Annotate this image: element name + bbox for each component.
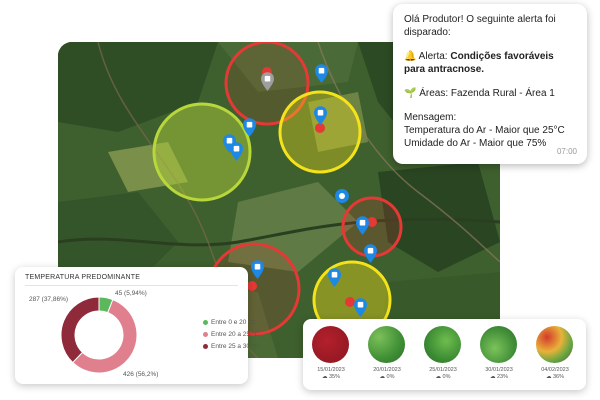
slice-label-2: 287 (37,86%) xyxy=(29,296,69,303)
satellite-thumbnail-4[interactable] xyxy=(536,326,573,363)
cloud-cover-value: 0% xyxy=(442,374,451,380)
cloud-icon: ☁ xyxy=(545,374,553,380)
location-pin-icon[interactable] xyxy=(364,244,377,263)
alert-message-line-2: Umidade do Ar - Maior que 75% xyxy=(404,138,547,149)
cloud-cover: ☁ 0% xyxy=(420,374,466,380)
legend-label: Entre 20 a 25 °C xyxy=(211,331,260,338)
cloud-cover: ☁ 35% xyxy=(308,374,354,380)
alert-greeting: Olá Produtor! O seguinte alerta foi disp… xyxy=(404,14,556,38)
location-pin-icon[interactable] xyxy=(261,72,274,91)
cloud-icon: ☁ xyxy=(489,374,497,380)
location-pin-icon[interactable] xyxy=(314,106,327,125)
alert-message-line-1: Temperatura do Ar - Maior que 25°C xyxy=(404,125,565,136)
cloud-cover: ☁ 23% xyxy=(476,374,522,380)
legend-dot xyxy=(203,331,208,337)
cloud-icon: ☁ xyxy=(321,374,329,380)
cloud-cover-value: 0% xyxy=(386,374,395,380)
temperature-donut-chart xyxy=(60,296,138,374)
cloud-cover-value: 23% xyxy=(497,374,509,380)
legend-item-0: Entre 0 e 20 °C xyxy=(203,319,256,326)
alert-areas: 🌱 Áreas: Fazenda Rural - Área 1 xyxy=(404,88,555,99)
satellite-date: 20/01/2023 xyxy=(373,367,401,373)
cloud-cover: ☁ 0% xyxy=(364,374,410,380)
donut-slice-2 xyxy=(60,296,100,364)
legend-label: Entre 0 e 20 °C xyxy=(211,319,256,326)
location-pin-icon[interactable] xyxy=(230,142,243,161)
satellite-thumbnail-1[interactable] xyxy=(368,326,405,363)
location-pin-icon[interactable] xyxy=(243,118,256,137)
cloud-cover-value: 36% xyxy=(553,374,565,380)
alert-title: 🔔 Alerta: Condições favoráveis para antr… xyxy=(404,50,576,76)
legend-item-2: Entre 25 a 30 °C xyxy=(203,343,259,350)
cloud-icon: ☁ xyxy=(435,374,443,380)
alert-message: Olá Produtor! O seguinte alerta foi disp… xyxy=(393,4,587,164)
cloud-icon: ☁ xyxy=(379,374,387,380)
location-pin-icon[interactable] xyxy=(354,298,367,317)
satellite-date: 04/02/2023 xyxy=(541,367,569,373)
satellite-thumbnail-0[interactable] xyxy=(312,326,349,363)
satellite-thumbnail-2[interactable] xyxy=(424,326,461,363)
legend-label: Entre 25 a 30 °C xyxy=(211,343,260,350)
slice-label-0: 45 (5,94%) xyxy=(115,290,147,297)
satellite-date: 30/01/2023 xyxy=(485,367,513,373)
temperature-card-title: TEMPERATURA PREDOMINANTE xyxy=(25,274,141,281)
satellite-thumbnail-3[interactable] xyxy=(480,326,517,363)
alert-prefix: 🔔 Alerta: xyxy=(404,51,451,62)
cloud-cover: ☁ 36% xyxy=(532,374,578,380)
alert-timestamp: 07:00 xyxy=(556,147,577,156)
satellite-images-strip: 15/01/2023 20/01/2023 25/01/2023 30/01/2… xyxy=(303,319,586,390)
legend-dot xyxy=(203,343,208,349)
divider xyxy=(25,285,238,286)
location-pin-icon[interactable] xyxy=(356,216,369,235)
location-pin-icon[interactable] xyxy=(251,260,264,279)
legend-dot xyxy=(203,319,208,325)
satellite-date: 25/01/2023 xyxy=(429,367,457,373)
legend-item-1: Entre 20 a 25 °C xyxy=(203,331,259,338)
cloud-cover-value: 35% xyxy=(329,374,341,380)
satellite-date: 15/01/2023 xyxy=(317,367,345,373)
alert-message-title: Mensagem: xyxy=(404,112,457,123)
location-pin-icon[interactable] xyxy=(315,64,328,83)
location-pin-icon[interactable] xyxy=(328,268,341,287)
temperature-card: TEMPERATURA PREDOMINANTE 45 (5,94%) 426 … xyxy=(15,267,259,384)
slice-label-1: 426 (56,2%) xyxy=(123,371,159,378)
